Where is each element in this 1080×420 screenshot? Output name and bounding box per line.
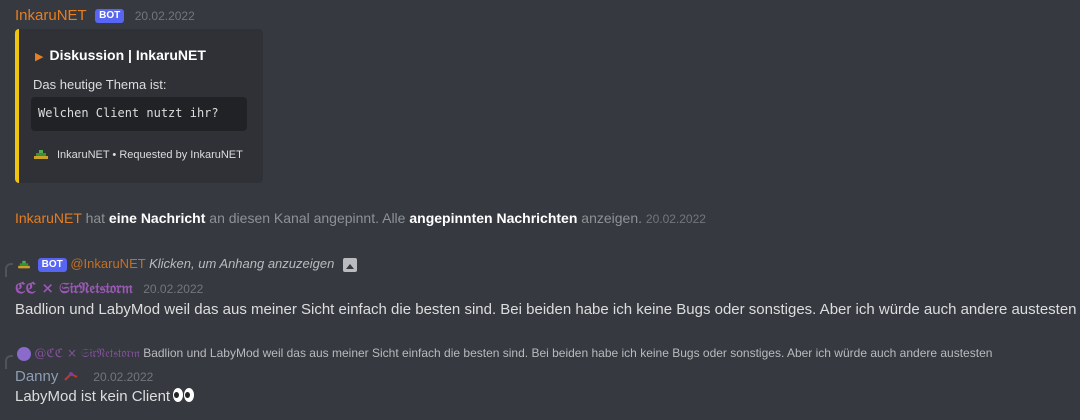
timestamp[interactable]: 20.02.2022	[143, 282, 203, 296]
message-text: Badlion und LabyMod weil das aus meiner …	[15, 300, 1077, 318]
reply-text[interactable]: Badlion und LabyMod weil das aus meiner …	[143, 346, 992, 360]
pin-text-1: hat	[85, 210, 106, 226]
reply-reference[interactable]: BOT @InkaruNET Klicken, um Anhang anzuze…	[17, 256, 357, 272]
pin-text-2: an diesen Kanal angepinnt. Alle	[209, 210, 406, 226]
reply-connector	[5, 355, 13, 369]
message2-header: ℭℭ × 𝔖𝔦𝔯𝔑𝔢𝔱𝔰𝔱𝔬𝔯𝔪 20.02.2022	[15, 279, 203, 298]
bot-tag: BOT	[37, 257, 67, 272]
user-badge-icon	[64, 371, 78, 381]
embed-title: ▶ Diskussion | InkaruNET	[35, 47, 206, 63]
embed-description: Das heutige Thema ist:	[33, 77, 167, 92]
bot-tag: BOT	[95, 8, 125, 23]
author-name[interactable]: Danny	[15, 368, 58, 385]
bot-avatar-icon	[18, 260, 30, 268]
embed-footer: InkaruNET • Requested by InkaruNET	[33, 149, 243, 161]
embed-title-text: Diskussion | InkaruNET	[49, 47, 206, 63]
reply-reference[interactable]: @ℭℭ × 𝔖𝔦𝔯𝔑𝔢𝔱𝔰𝔱𝔬𝔯𝔪 Badlion und LabyMod we…	[17, 346, 992, 361]
timestamp[interactable]: 20.02.2022	[93, 370, 153, 384]
message3-header: Danny 20.02.2022	[15, 368, 153, 386]
author-name[interactable]: ℭℭ × 𝔖𝔦𝔯𝔑𝔢𝔱𝔰𝔱𝔬𝔯𝔪	[15, 279, 133, 297]
reply-mention[interactable]: @ℭℭ × 𝔖𝔦𝔯𝔑𝔢𝔱𝔰𝔱𝔬𝔯𝔪	[34, 346, 140, 360]
message3-content: LabyMod ist kein Client	[15, 388, 195, 406]
play-arrow-icon: ▶	[35, 51, 44, 63]
image-attachment-icon	[342, 257, 357, 272]
embed-code-block: Welchen Client nutzt ihr?	[31, 97, 247, 131]
pinned-message-link[interactable]: eine Nachricht	[109, 210, 205, 226]
reply-mention[interactable]: @InkaruNET	[70, 256, 145, 271]
pin-author-name[interactable]: InkaruNET	[15, 210, 82, 226]
timestamp[interactable]: 20.02.2022	[646, 212, 706, 226]
author-name[interactable]: InkaruNET	[15, 7, 87, 24]
message2-content: Badlion und LabyMod weil das aus meiner …	[15, 300, 1080, 320]
avatar	[17, 346, 31, 361]
pinned-messages-link[interactable]: angepinnten Nachrichten	[409, 210, 577, 226]
embed-footer-text: InkaruNET • Requested by InkaruNET	[57, 149, 243, 161]
reply-text[interactable]: Klicken, um Anhang anzuzeigen	[149, 256, 334, 271]
reply-connector	[5, 263, 13, 277]
message1-header: InkaruNET BOT 20.02.2022	[15, 7, 195, 25]
timestamp[interactable]: 20.02.2022	[135, 9, 195, 23]
embed-footer-island-icon	[34, 150, 48, 160]
embed-card: ▶ Diskussion | InkaruNET Das heutige Them…	[15, 29, 263, 183]
eyes-emoji-icon	[173, 388, 195, 406]
message-text: LabyMod ist kein Client	[15, 388, 171, 405]
pin-text-3: anzeigen.	[581, 210, 642, 226]
system-pin-message: InkaruNET hat eine Nachricht an diesen K…	[15, 210, 706, 226]
